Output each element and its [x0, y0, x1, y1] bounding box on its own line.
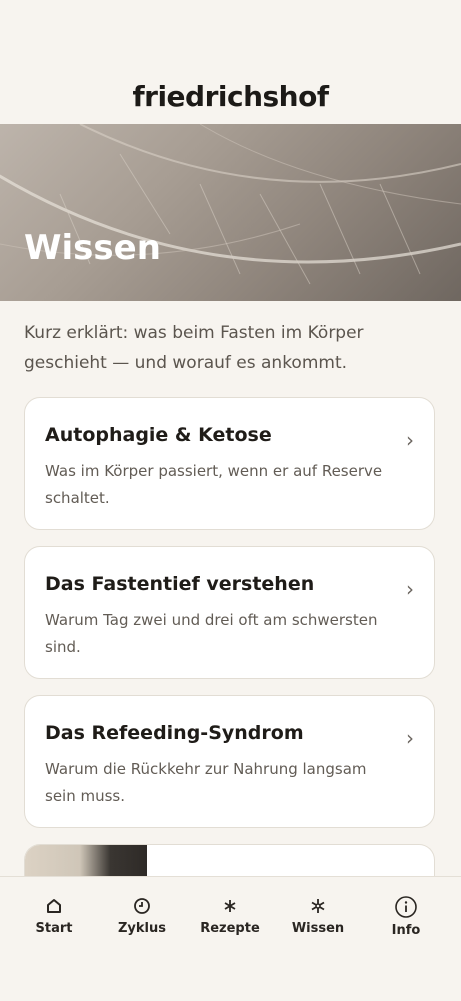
- card-description: Was im Körper passiert, wenn er auf Rese…: [45, 462, 383, 507]
- tab-rezepte[interactable]: Rezepte: [195, 895, 265, 936]
- bottom-tab-bar: Start Zyklus Rezepte Wissen Info: [0, 876, 461, 1001]
- brand-logo: friedrichshof: [132, 80, 329, 113]
- tab-label: Info: [391, 923, 421, 938]
- tab-zyklus[interactable]: Zyklus: [107, 895, 177, 936]
- page-title: Wissen: [24, 228, 161, 268]
- card-title: Autophagie & Ketose: [45, 424, 272, 446]
- card-title: Das Refeeding-Syndrom: [45, 722, 304, 744]
- tab-label: Zyklus: [118, 921, 166, 936]
- hero-banner: Wissen: [0, 124, 461, 301]
- intro-text: Kurz erklärt: was beim Fasten im Körper …: [24, 323, 364, 373]
- home-icon: [47, 899, 61, 913]
- chevron-right-icon: ›: [406, 428, 414, 452]
- tab-label: Wissen: [291, 921, 345, 936]
- tab-label: Start: [35, 921, 73, 936]
- tab-label: Rezepte: [200, 921, 260, 936]
- leaf-texture-image: [0, 124, 461, 285]
- chevron-right-icon: ›: [406, 726, 414, 750]
- tab-wissen[interactable]: Wissen: [283, 895, 353, 936]
- article-card-refeeding[interactable]: Das Refeeding-Syndrom › Warum die Rückke…: [24, 695, 435, 828]
- chevron-right-icon: ›: [406, 577, 414, 601]
- info-icon: [395, 896, 417, 918]
- card-description: Warum Tag zwei und drei oft am schwerste…: [45, 611, 378, 656]
- tab-start[interactable]: Start: [19, 895, 89, 936]
- article-card-fastentief[interactable]: Das Fastentief verstehen › Warum Tag zwe…: [24, 546, 435, 679]
- card-description: Warum die Rückkehr zur Nahrung langsam s…: [45, 760, 367, 805]
- card-title: Das Fastentief verstehen: [45, 573, 315, 595]
- article-card-autophagie[interactable]: Autophagie & Ketose › Was im Körper pass…: [24, 397, 435, 530]
- clock-icon: [134, 898, 150, 914]
- tab-info[interactable]: Info: [371, 895, 441, 938]
- snowflake-icon: [311, 899, 325, 913]
- asterisk-icon: [224, 900, 236, 912]
